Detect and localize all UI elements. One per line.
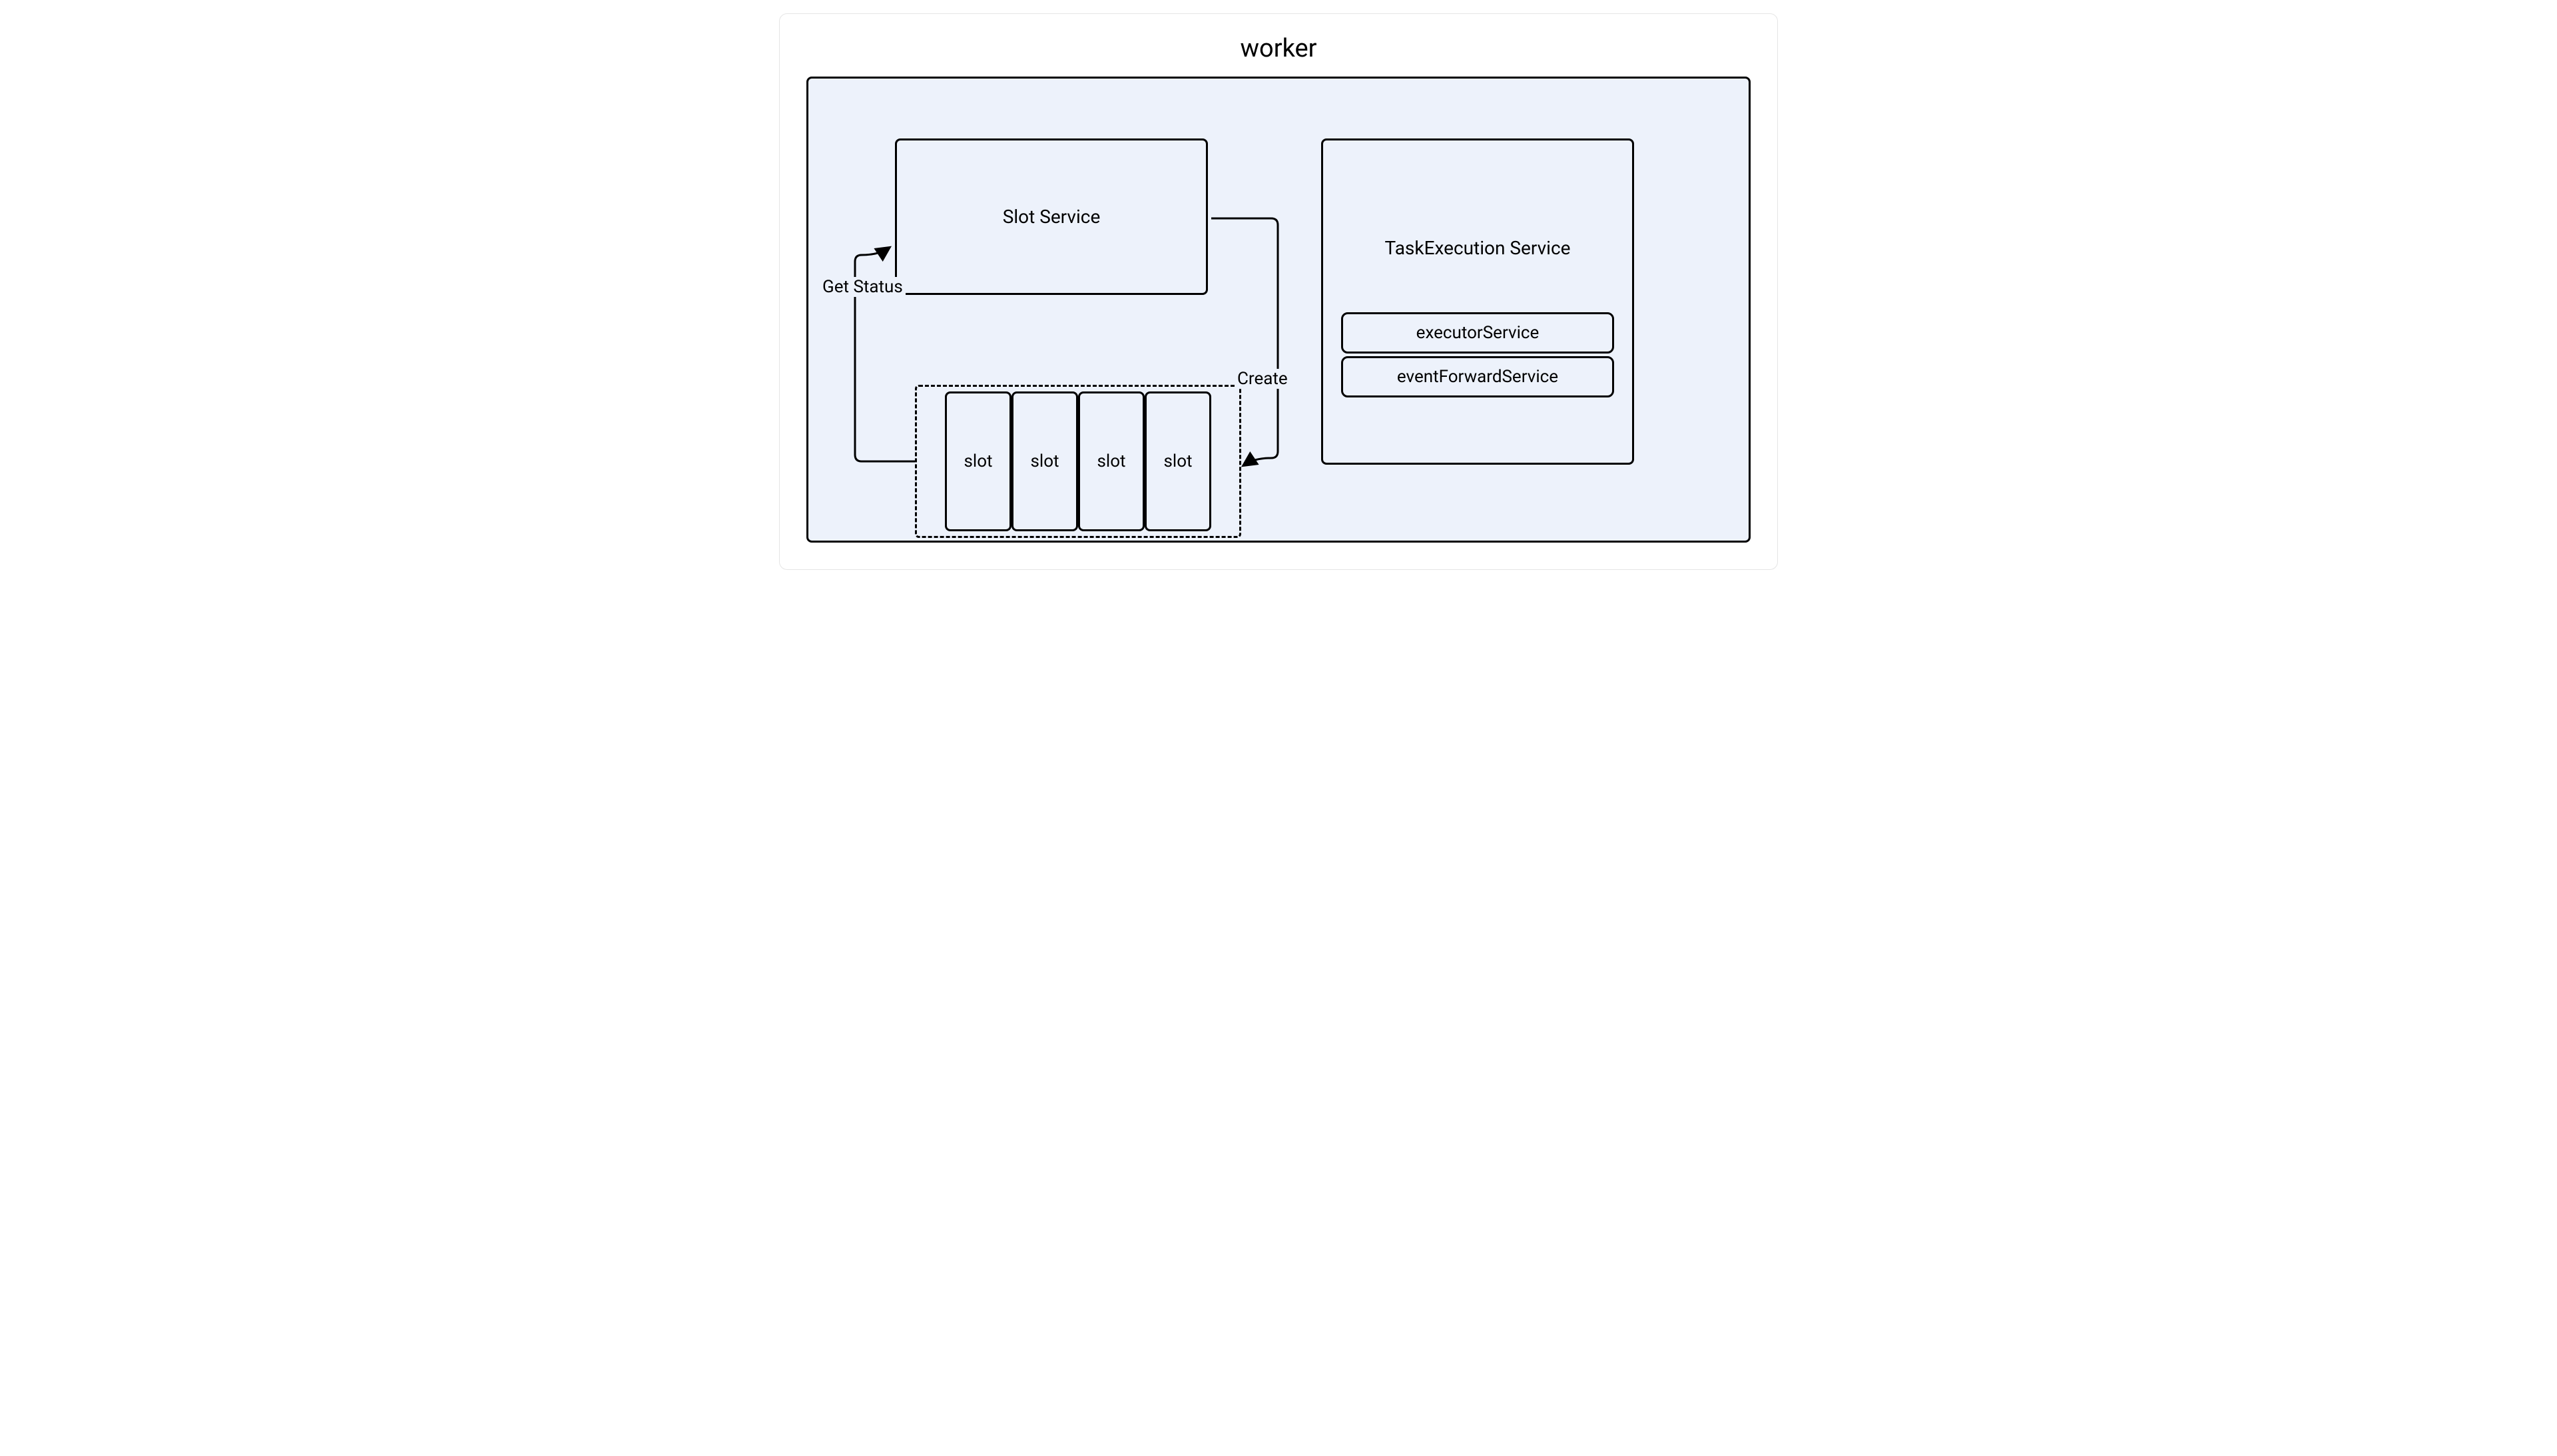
event-forward-service-label: eventForwardService [1397, 367, 1558, 387]
slot-box: slot [1145, 391, 1211, 531]
slot-label: slot [1030, 451, 1059, 471]
task-execution-box: TaskExecution Service executorService ev… [1321, 138, 1634, 465]
slot-service-box: Slot Service [895, 138, 1208, 295]
slot-label: slot [964, 451, 992, 471]
slot-service-label: Slot Service [1003, 206, 1101, 228]
slot-label: slot [1163, 451, 1192, 471]
slot-box: slot [1078, 391, 1145, 531]
worker-container: Slot Service TaskExecution Service execu… [806, 77, 1751, 543]
diagram-frame: worker Slot Service TaskExecution Servic… [779, 13, 1778, 570]
get-status-label: Get Status [820, 277, 906, 297]
executor-service-box: executorService [1341, 312, 1614, 354]
slots-container: slot slot slot slot [915, 385, 1241, 538]
event-forward-service-box: eventForwardService [1341, 356, 1614, 397]
task-execution-label: TaskExecution Service [1385, 237, 1571, 259]
create-label: Create [1235, 369, 1290, 389]
diagram-title: worker [806, 34, 1751, 63]
slot-label: slot [1097, 451, 1125, 471]
slot-box: slot [945, 391, 1011, 531]
slot-box: slot [1011, 391, 1078, 531]
executor-service-label: executorService [1416, 323, 1540, 343]
